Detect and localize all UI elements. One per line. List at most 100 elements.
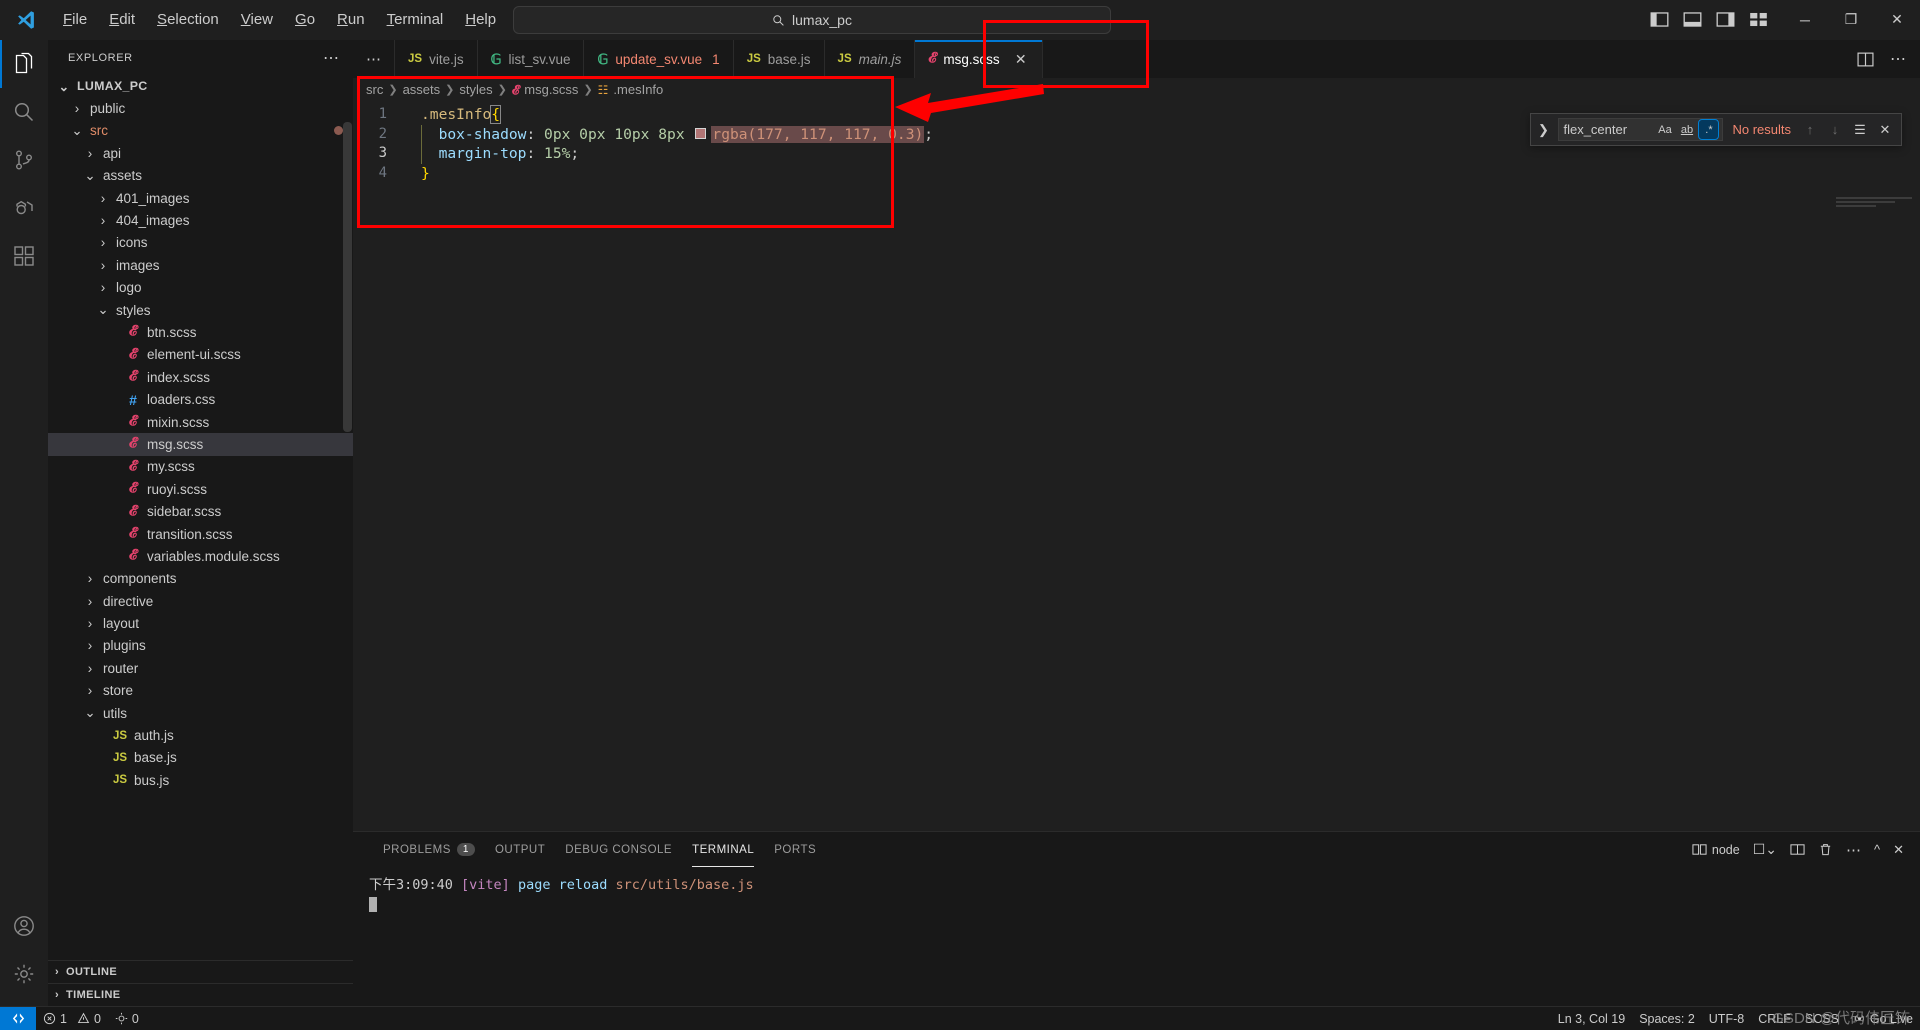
tree-item-styles[interactable]: ⌄ styles: [48, 299, 353, 321]
tree-item-transition-scss[interactable]: 𝓔transition.scss: [48, 523, 353, 545]
tree-item-btn-scss[interactable]: 𝓔btn.scss: [48, 321, 353, 343]
minimap[interactable]: [1836, 197, 1912, 213]
menu-bar[interactable]: File Edit Selection View Go Run Terminal…: [52, 7, 507, 32]
tree-item-base-js[interactable]: JS base.js: [48, 747, 353, 769]
more-actions-icon[interactable]: ⋯: [1846, 841, 1861, 859]
tree-item-loaders-css[interactable]: # loaders.css: [48, 388, 353, 410]
tree-item-api[interactable]: › api: [48, 142, 353, 164]
tree-item-msg-scss[interactable]: 𝓔msg.scss: [48, 433, 353, 456]
next-match-icon[interactable]: ↓: [1825, 120, 1845, 140]
breadcrumb[interactable]: src ❯ assets ❯ styles ❯ 𝓔 msg.scss ❯ ☷ .…: [353, 78, 1920, 101]
tree-item-404-images[interactable]: › 404_images: [48, 209, 353, 231]
menu-run[interactable]: Run: [326, 7, 376, 32]
status-encoding[interactable]: UTF-8: [1702, 1007, 1751, 1030]
use-regex-option[interactable]: .*: [1698, 119, 1720, 140]
editor-tab-actions[interactable]: ⋯: [1843, 40, 1920, 78]
sidebar-scrollbar[interactable]: [343, 122, 352, 432]
section-outline[interactable]: › OUTLINE: [48, 960, 353, 983]
editor-tab-list-sv-vue[interactable]: 𝔾list_sv.vue: [477, 40, 585, 78]
match-case-option[interactable]: Aa: [1655, 120, 1674, 139]
breadcrumb-src[interactable]: src: [366, 82, 383, 97]
tree-item-ruoyi-scss[interactable]: 𝓔ruoyi.scss: [48, 478, 353, 500]
tree-item-auth-js[interactable]: JS auth.js: [48, 724, 353, 746]
section-timeline[interactable]: › TIMELINE: [48, 983, 353, 1006]
tree-item-mixin-scss[interactable]: 𝓔mixin.scss: [48, 411, 353, 433]
previous-match-icon[interactable]: ↑: [1800, 120, 1820, 140]
toggle-primary-sidebar-icon[interactable]: [1650, 10, 1669, 29]
code-content[interactable]: .mesInfo{ box-shadow: 0px 0px 10px 8px r…: [407, 101, 1920, 831]
editor-more-actions-icon[interactable]: ⋯: [1890, 49, 1906, 69]
status-eol[interactable]: CRLF: [1751, 1007, 1798, 1030]
menu-help[interactable]: Help: [454, 7, 507, 32]
split-editor-icon[interactable]: [1857, 51, 1874, 68]
panel-actions[interactable]: node ☐⌄ ⋯ ^ ✕: [1692, 841, 1920, 859]
terminal-layout-icon[interactable]: [1790, 842, 1805, 857]
breadcrumb-assets[interactable]: assets: [403, 82, 441, 97]
status-indentation[interactable]: Spaces: 2: [1632, 1007, 1702, 1030]
toggle-secondary-sidebar-icon[interactable]: [1716, 10, 1735, 29]
menu-terminal[interactable]: Terminal: [376, 7, 455, 32]
panel-tab-output[interactable]: OUTPUT: [485, 832, 555, 867]
new-terminal-icon[interactable]: ☐⌄: [1753, 841, 1777, 858]
tree-item-layout[interactable]: › layout: [48, 612, 353, 634]
menu-go[interactable]: Go: [284, 7, 326, 32]
tree-item-public[interactable]: › public: [48, 97, 353, 119]
tab-overflow-button[interactable]: ⋯: [353, 40, 395, 78]
explorer-more-actions[interactable]: ⋯: [317, 48, 345, 68]
tree-item-utils[interactable]: ⌄ utils: [48, 702, 353, 724]
toggle-replace-chevron-right-icon[interactable]: ❯: [1533, 122, 1553, 138]
activity-item-source-control[interactable]: [0, 136, 48, 184]
tree-item-components[interactable]: › components: [48, 568, 353, 590]
breadcrumb-file[interactable]: msg.scss: [524, 82, 578, 97]
status-ports[interactable]: 0: [108, 1007, 146, 1030]
tree-item-logo[interactable]: › logo: [48, 277, 353, 299]
tree-item-401-images[interactable]: › 401_images: [48, 187, 353, 209]
layout-controls[interactable]: [1650, 10, 1768, 29]
remote-window-icon[interactable]: [0, 1006, 36, 1030]
match-whole-word-option[interactable]: ab: [1677, 120, 1696, 139]
editor-tab-msg-scss[interactable]: 𝓔msg.scss ✕: [915, 40, 1043, 78]
panel-tab-terminal[interactable]: TERMINAL: [682, 832, 764, 867]
tree-item-index-scss[interactable]: 𝓔index.scss: [48, 366, 353, 388]
close-icon[interactable]: ✕: [1893, 842, 1904, 858]
menu-edit[interactable]: Edit: [98, 7, 146, 32]
editor-tab-update-sv-vue[interactable]: 𝔾update_sv.vue 1: [584, 40, 734, 78]
find-in-selection-icon[interactable]: ☰: [1850, 120, 1870, 140]
activity-item-extensions[interactable]: [0, 232, 48, 280]
status-errors-warnings[interactable]: 1 0: [36, 1007, 108, 1030]
file-tree[interactable]: ⌄ LUMAX_PC › public ⌄ src › api ⌄ assets › 401_im…: [48, 75, 353, 960]
editor-tab-main-js[interactable]: JS main.js: [824, 40, 916, 78]
editor-tab-base-js[interactable]: JS base.js: [733, 40, 825, 78]
tree-item-assets[interactable]: ⌄ assets: [48, 165, 353, 187]
color-swatch[interactable]: [695, 128, 707, 140]
panel-tab-debug-console[interactable]: DEBUG CONSOLE: [555, 832, 682, 867]
trash-icon[interactable]: [1818, 842, 1833, 857]
activity-item-manage[interactable]: [0, 950, 48, 998]
tree-item-element-ui-scss[interactable]: 𝓔element-ui.scss: [48, 344, 353, 366]
editor-tab-vite-js[interactable]: JS vite.js: [395, 40, 478, 78]
tree-item-sidebar-scss[interactable]: 𝓔sidebar.scss: [48, 500, 353, 522]
tree-item-directive[interactable]: › directive: [48, 590, 353, 612]
menu-selection[interactable]: Selection: [146, 7, 230, 32]
tree-item-variables-module-scss[interactable]: 𝓔variables.module.scss: [48, 545, 353, 567]
terminal-output[interactable]: 下午3:09:40 [vite] page reload src/utils/b…: [353, 867, 1920, 1006]
terminal-shell-selector[interactable]: node: [1692, 842, 1740, 857]
close-icon[interactable]: ✕: [1875, 120, 1895, 140]
tree-item-store[interactable]: › store: [48, 680, 353, 702]
toggle-panel-icon[interactable]: [1683, 10, 1702, 29]
tree-root-lumax-pc[interactable]: ⌄ LUMAX_PC: [48, 75, 353, 97]
activity-item-search[interactable]: [0, 88, 48, 136]
find-input[interactable]: flex_center Aa ab .*: [1558, 118, 1724, 141]
tree-item-src[interactable]: ⌄ src: [48, 120, 353, 142]
minimize-button[interactable]: ─: [1782, 0, 1828, 40]
activity-item-explorer[interactable]: [0, 40, 48, 88]
chevron-up-icon[interactable]: ^: [1874, 842, 1880, 857]
tree-item-plugins[interactable]: › plugins: [48, 635, 353, 657]
quick-open-search[interactable]: lumax_pc: [513, 6, 1111, 34]
breadcrumb-styles[interactable]: styles: [459, 82, 492, 97]
maximize-button[interactable]: ❐: [1828, 0, 1874, 40]
tree-item-my-scss[interactable]: 𝓔my.scss: [48, 456, 353, 478]
activity-item-accounts[interactable]: [0, 902, 48, 950]
panel-tab-problems[interactable]: PROBLEMS 1: [373, 832, 485, 867]
status-language-mode[interactable]: SCSS: [1798, 1007, 1846, 1030]
